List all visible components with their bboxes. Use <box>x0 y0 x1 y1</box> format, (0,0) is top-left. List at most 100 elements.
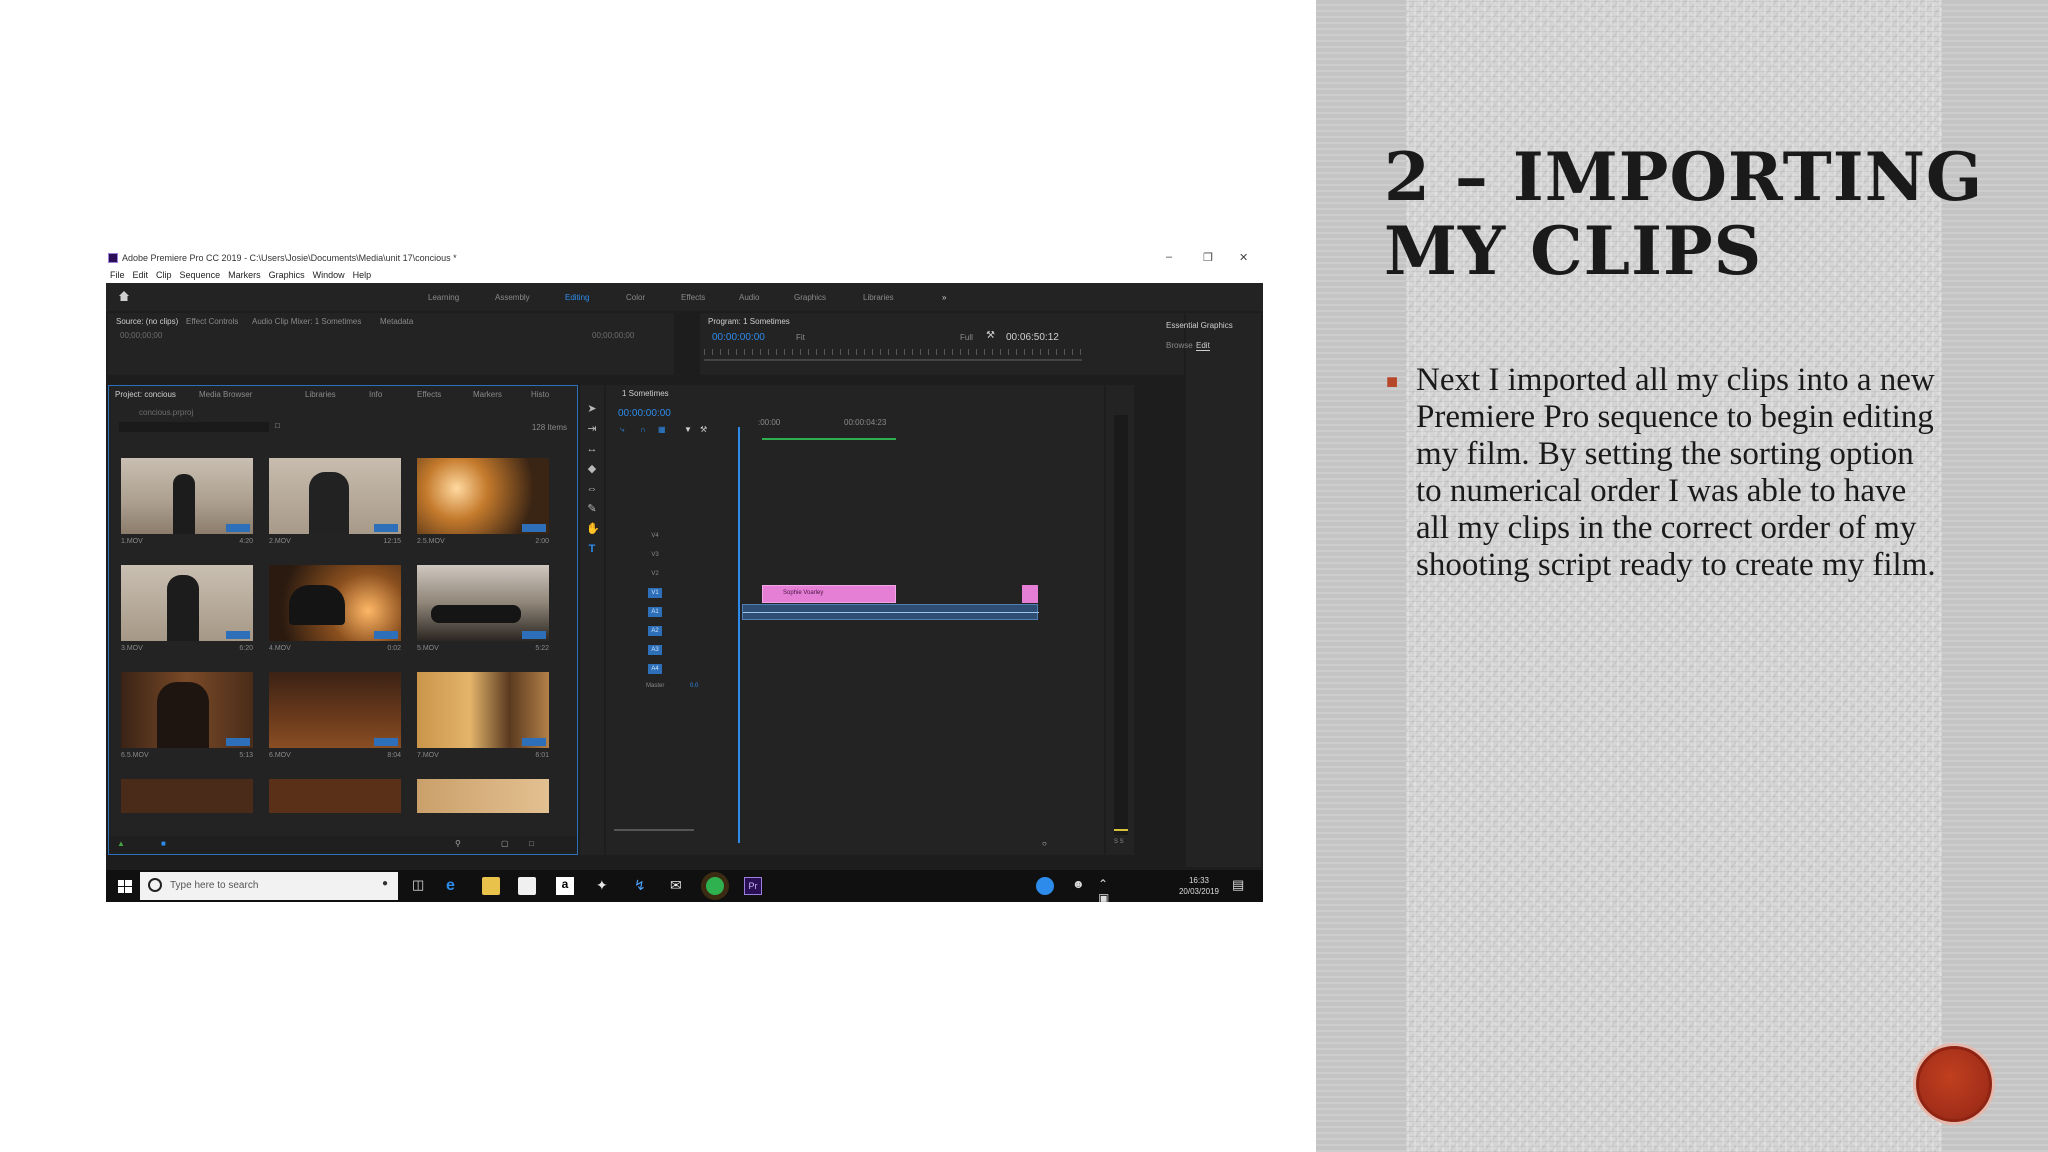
workspace-learning[interactable]: Learning <box>428 293 459 302</box>
spotify-icon[interactable] <box>706 877 724 895</box>
workspace-audio[interactable]: Audio <box>739 293 759 302</box>
audio-clip[interactable] <box>742 604 1039 620</box>
clip-thumbnail[interactable] <box>121 565 253 641</box>
tab-audio-clip-mixer[interactable]: Audio Clip Mixer: 1 Sometimes <box>252 317 361 326</box>
workspace-graphics[interactable]: Graphics <box>794 293 826 302</box>
lock-icon[interactable]: ▲ <box>117 839 125 848</box>
clip-thumbnail[interactable] <box>121 779 253 813</box>
home-icon[interactable] <box>118 290 130 302</box>
new-item-icon[interactable]: □ <box>529 839 534 848</box>
clip-thumbnail[interactable] <box>269 565 401 641</box>
tab-program[interactable]: Program: 1 Sometimes <box>708 317 790 326</box>
task-view-icon[interactable]: ◫ <box>412 877 430 895</box>
track-a3[interactable]: A3 <box>606 641 1026 658</box>
workspace-effects[interactable]: Effects <box>681 293 705 302</box>
chrome-icon[interactable] <box>1036 877 1054 895</box>
selection-tool-icon[interactable]: ➤ <box>586 403 598 415</box>
track-v2[interactable]: V2 <box>606 565 1026 582</box>
amazon-icon[interactable]: a <box>556 877 574 895</box>
tab-edit[interactable]: Edit <box>1196 341 1210 351</box>
edge-icon[interactable]: e <box>446 877 464 895</box>
mail-icon[interactable]: ✉ <box>670 877 688 895</box>
tab-effect-controls[interactable]: Effect Controls <box>186 317 238 326</box>
new-bin-icon[interactable]: ▢ <box>501 839 509 848</box>
clip-thumbnail[interactable] <box>269 672 401 748</box>
work-area-bar[interactable] <box>762 438 896 440</box>
slide-nav-button[interactable] <box>1916 1046 1992 1122</box>
video-clip[interactable]: Sophie Voarley <box>762 585 896 603</box>
folder-icon[interactable]: □ <box>275 421 280 430</box>
timeline-settings-icon[interactable]: ⚒ <box>700 425 707 434</box>
clip-thumbnail[interactable] <box>417 779 549 813</box>
clip-thumbnail[interactable] <box>121 672 253 748</box>
track-v4[interactable]: V4 <box>606 527 1026 544</box>
program-timecode[interactable]: 00:00:00:00 <box>712 332 765 343</box>
dropbox-icon[interactable]: ✦ <box>596 877 614 895</box>
tab-browse[interactable]: Browse <box>1166 341 1193 350</box>
notifications-icon[interactable]: ▤ <box>1232 877 1250 895</box>
scroll-end-icon[interactable]: ○ <box>1042 839 1047 848</box>
tab-source[interactable]: Source: (no clips) <box>116 317 178 326</box>
track-select-icon[interactable]: ⇥ <box>586 423 598 435</box>
tab-essential-graphics[interactable]: Essential Graphics <box>1166 321 1233 330</box>
clip-thumbnail[interactable] <box>417 672 549 748</box>
find-icon[interactable]: ⚲ <box>455 839 461 848</box>
clip-thumbnail[interactable] <box>417 458 549 534</box>
timeline-timecode[interactable]: 00:00:00:00 <box>618 408 671 419</box>
taskbar-clock[interactable]: 16:33 20/03/2019 <box>1179 875 1219 897</box>
track-a4[interactable]: A4 <box>606 660 1026 677</box>
track-v3[interactable]: V3 <box>606 546 1026 563</box>
windows-start-icon[interactable] <box>116 877 134 895</box>
menu-markers[interactable]: Markers <box>228 270 261 280</box>
playback-quality-select[interactable]: Full <box>960 333 973 342</box>
people-icon[interactable]: ☻ <box>1072 877 1090 895</box>
store-icon[interactable] <box>518 877 536 895</box>
workspace-libraries[interactable]: Libraries <box>863 293 894 302</box>
tab-markers[interactable]: Markers <box>473 390 502 399</box>
pen-icon[interactable]: ✎ <box>586 503 598 515</box>
microphone-icon[interactable]: ● <box>382 878 388 889</box>
master-value[interactable]: 0.0 <box>690 683 698 689</box>
snap-icon[interactable]: ⤷ <box>620 425 624 435</box>
tab-history[interactable]: Histo <box>531 390 549 399</box>
tab-libraries[interactable]: Libraries <box>305 390 336 399</box>
tab-project[interactable]: Project: concious <box>115 390 176 399</box>
clip-thumbnail[interactable] <box>417 565 549 641</box>
minimize-icon[interactable]: – <box>1166 251 1172 263</box>
menu-file[interactable]: File <box>110 270 125 280</box>
taskbar-search-input[interactable]: Type here to search ● <box>140 872 398 900</box>
type-tool-icon[interactable]: T <box>586 543 598 555</box>
slip-icon[interactable]: ⇔ <box>586 483 598 495</box>
workspace-color[interactable]: Color <box>626 293 645 302</box>
project-search-input[interactable] <box>119 422 269 432</box>
meter-solo-label[interactable]: S S <box>1114 839 1124 845</box>
linked-selection-icon[interactable]: ∩ <box>640 425 646 434</box>
wrench-icon[interactable]: ⚒ <box>986 330 995 341</box>
more-workspaces-icon[interactable]: » <box>942 293 946 302</box>
menu-help[interactable]: Help <box>353 270 372 280</box>
lightning-app-icon[interactable]: ↯ <box>634 877 652 895</box>
ripple-edit-icon[interactable]: ↔ <box>586 443 598 455</box>
marker-icon[interactable]: ▼ <box>684 425 692 434</box>
close-icon[interactable]: ✕ <box>1239 251 1248 264</box>
add-marker-icon[interactable]: ▦ <box>658 425 666 434</box>
clip-thumbnail[interactable] <box>269 458 401 534</box>
timeline-zoom-scrollbar[interactable] <box>614 829 694 831</box>
menu-graphics[interactable]: Graphics <box>269 270 305 280</box>
tab-metadata[interactable]: Metadata <box>380 317 413 326</box>
menu-clip[interactable]: Clip <box>156 270 172 280</box>
program-time-ruler[interactable] <box>704 349 1084 355</box>
file-explorer-icon[interactable] <box>482 877 500 895</box>
tab-info[interactable]: Info <box>369 390 382 399</box>
tab-sequence[interactable]: 1 Sometimes <box>622 389 669 398</box>
track-a2[interactable]: A2 <box>606 622 1026 639</box>
hand-icon[interactable]: ✋ <box>586 523 600 535</box>
tab-media-browser[interactable]: Media Browser <box>199 390 252 399</box>
zoom-fit-select[interactable]: Fit <box>796 333 805 342</box>
tab-effects[interactable]: Effects <box>417 390 441 399</box>
clip-thumbnail[interactable] <box>121 458 253 534</box>
system-tray-icons[interactable]: ⌃ ▣ ♨ <box>1098 877 1116 902</box>
restore-icon[interactable]: ❐ <box>1203 251 1213 264</box>
workspace-assembly[interactable]: Assembly <box>495 293 530 302</box>
workspace-editing[interactable]: Editing <box>565 293 589 302</box>
